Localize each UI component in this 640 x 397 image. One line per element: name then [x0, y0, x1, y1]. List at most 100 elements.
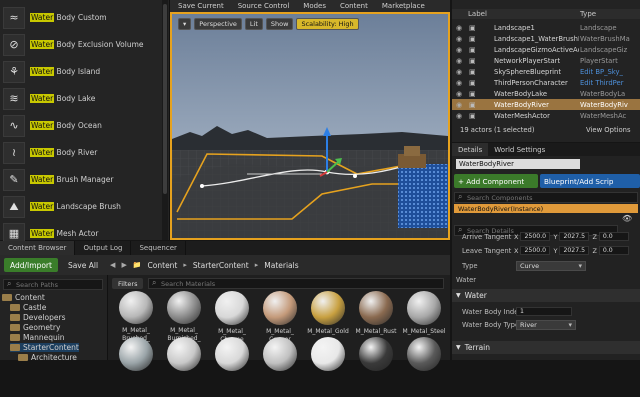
water-body-index-field[interactable]: 1 [516, 307, 572, 316]
tab-sequencer[interactable]: Sequencer [131, 241, 186, 255]
view-options-button[interactable]: View Options [586, 126, 631, 134]
place-actor-item[interactable]: ∿ Water Body Ocean [0, 112, 168, 139]
folder-tree-item[interactable]: StarterContent [10, 343, 79, 352]
actor-type: WaterMeshAc [580, 111, 627, 120]
visibility-eye-icon[interactable]: ◉ [456, 90, 465, 98]
island-icon: ⚘ [3, 60, 25, 83]
collapse-arrow-icon: ▼ [456, 344, 461, 351]
marketplace-button[interactable]: Marketplace [382, 2, 425, 10]
section-water[interactable]: ▼ Water [452, 289, 640, 302]
visibility-eye-icon[interactable]: ◉ [456, 35, 465, 43]
add-component-button[interactable]: + Add Component [454, 174, 538, 188]
search-materials-input[interactable]: Search Materials [148, 278, 444, 289]
material-asset-tile[interactable] [114, 337, 158, 397]
collapse-arrow-icon: ▼ [456, 292, 461, 299]
visibility-eye-icon[interactable]: ◉ [456, 79, 465, 87]
outliner-row[interactable]: ◉ ▣ NetworkPlayerStart PlayerStart [452, 55, 640, 66]
landscape-brush-icon: ⛰ [3, 195, 25, 218]
place-actor-item[interactable]: ⚘ Water Body Island [0, 58, 168, 85]
search-highlight: Water [30, 67, 55, 76]
tab-output-log[interactable]: Output Log [75, 241, 132, 255]
place-actor-item[interactable]: ⛰ Water Landscape Brush [0, 193, 168, 220]
outliner-row[interactable]: ◉ ▣ WaterBodyLake WaterBodyLa [452, 88, 640, 99]
material-asset-tile[interactable] [210, 337, 254, 397]
material-asset-tile[interactable] [354, 337, 398, 397]
content-button[interactable]: Content [340, 2, 368, 10]
material-asset-tile[interactable] [306, 337, 350, 397]
instance-row[interactable]: WaterBodyRiver(Instance) [454, 204, 638, 213]
outliner-row[interactable]: ◉ ▣ WaterBodyRiver WaterBodyRiv [452, 99, 640, 110]
add-import-button[interactable]: Add/Import [4, 258, 58, 272]
arrive-z-field[interactable]: 0.0 [598, 232, 629, 241]
modes-button[interactable]: Modes [303, 2, 326, 10]
section-terrain[interactable]: ▼ Terrain [452, 341, 640, 354]
place-actor-item[interactable]: ≈ Water Body Custom [0, 4, 168, 31]
folder-tree-item[interactable]: Mannequin [10, 333, 65, 342]
blueprint-add-script-button[interactable]: Blueprint/Add Scrip [540, 174, 640, 188]
edit-blueprint-link[interactable]: Edit BP_Sky_ [580, 68, 638, 76]
source-control-button[interactable]: Source Control [238, 2, 290, 10]
outliner-row[interactable]: ◉ ▣ Landscape1_WaterBrushMa WaterBrushMa [452, 33, 640, 44]
visibility-eye-icon[interactable]: ◉ [456, 24, 465, 32]
edit-blueprint-link[interactable]: Edit ThirdPer [580, 79, 638, 87]
place-actor-item[interactable]: ≀ Water Body River [0, 139, 168, 166]
arrive-y-field[interactable]: 2027.5 [559, 232, 590, 241]
actor-type-icon: ▣ [469, 78, 476, 87]
level-viewport[interactable]: ▾ Perspective Lit Show Scalability: High [170, 12, 450, 240]
actor-name-field[interactable]: WaterBodyRiver [456, 159, 580, 169]
place-actor-item[interactable]: ⊘ Water Body Exclusion Volume [0, 31, 168, 58]
type-column-header[interactable]: Type [580, 10, 596, 18]
content-browser-toolbar: Add/Import Save All ◀ ▶ 📁 Content ▸ Star… [0, 255, 450, 275]
leave-x-field[interactable]: 2500.0 [520, 246, 551, 255]
leave-z-field[interactable]: 0.0 [598, 246, 629, 255]
folder-name: Content [15, 293, 45, 302]
forward-arrow-icon[interactable]: ▶ [121, 261, 126, 269]
save-current-button[interactable]: Save Current [178, 2, 224, 10]
breadcrumb-content[interactable]: Content [148, 261, 178, 270]
back-arrow-icon[interactable]: ◀ [110, 261, 115, 269]
tab-world-settings[interactable]: World Settings [488, 143, 551, 156]
eye-icon[interactable]: 👁 [622, 214, 638, 225]
material-asset-tile[interactable] [162, 337, 206, 397]
type-dropdown[interactable]: Curve [516, 260, 586, 271]
search-components-input[interactable]: Search Components [454, 192, 638, 203]
visibility-eye-icon[interactable]: ◉ [456, 57, 465, 65]
folder-tree-item[interactable]: Developers [10, 313, 65, 322]
folder-tree-item[interactable]: Content [2, 293, 45, 302]
folder-tree-item[interactable]: Architecture [18, 353, 77, 362]
show-button[interactable]: Show [265, 18, 294, 30]
water-body-type-dropdown[interactable]: River [516, 319, 576, 330]
breadcrumb-materials[interactable]: Materials [264, 261, 298, 270]
outliner-row[interactable]: ◉ ▣ ThirdPersonCharacter Edit ThirdPer [452, 77, 640, 88]
place-actors-scrollbar[interactable] [162, 0, 168, 240]
material-asset-tile[interactable] [402, 337, 446, 397]
label-column-header[interactable]: Label [468, 10, 487, 18]
tab-content-browser[interactable]: Content Browser [0, 241, 76, 255]
visibility-eye-icon[interactable]: ◉ [456, 68, 465, 76]
lit-button[interactable]: Lit [244, 18, 263, 30]
visibility-eye-icon[interactable]: ◉ [456, 112, 465, 120]
visibility-eye-icon[interactable]: ◉ [456, 46, 465, 54]
place-actor-item[interactable]: ≋ Water Body Lake [0, 85, 168, 112]
outliner-row[interactable]: ◉ ▣ LandscapeGizmoActiveAct LandscapeGiz [452, 44, 640, 55]
outliner-row[interactable]: ◉ ▣ Landscape1 Landscape [452, 22, 640, 33]
save-all-button[interactable]: Save All [62, 258, 104, 272]
water-category-row[interactable]: Water [452, 274, 640, 285]
filters-button[interactable]: Filters [112, 278, 144, 289]
outliner-row[interactable]: ◉ ▣ SkySphereBlueprint Edit BP_Sky_ [452, 66, 640, 77]
outliner-row[interactable]: ◉ ▣ WaterMeshActor WaterMeshAc [452, 110, 640, 121]
folder-tree-item[interactable]: Castle [10, 303, 46, 312]
arrive-x-field[interactable]: 2500.0 [520, 232, 551, 241]
tab-details[interactable]: Details [452, 143, 489, 156]
viewport-options-button[interactable]: ▾ [178, 18, 192, 30]
leave-y-field[interactable]: 2027.5 [559, 246, 590, 255]
folder-tree-item[interactable]: Geometry [10, 323, 60, 332]
visibility-eye-icon[interactable]: ◉ [456, 101, 465, 109]
place-actor-item[interactable]: ✎ Water Brush Manager [0, 166, 168, 193]
water-exclusion-icon: ⊘ [3, 33, 25, 56]
material-asset-tile[interactable] [258, 337, 302, 397]
search-paths-input[interactable]: Search Paths [3, 279, 103, 290]
breadcrumb-startercontent[interactable]: StarterContent [193, 261, 249, 270]
perspective-button[interactable]: Perspective [194, 18, 242, 30]
scalability-button[interactable]: Scalability: High [296, 18, 359, 30]
